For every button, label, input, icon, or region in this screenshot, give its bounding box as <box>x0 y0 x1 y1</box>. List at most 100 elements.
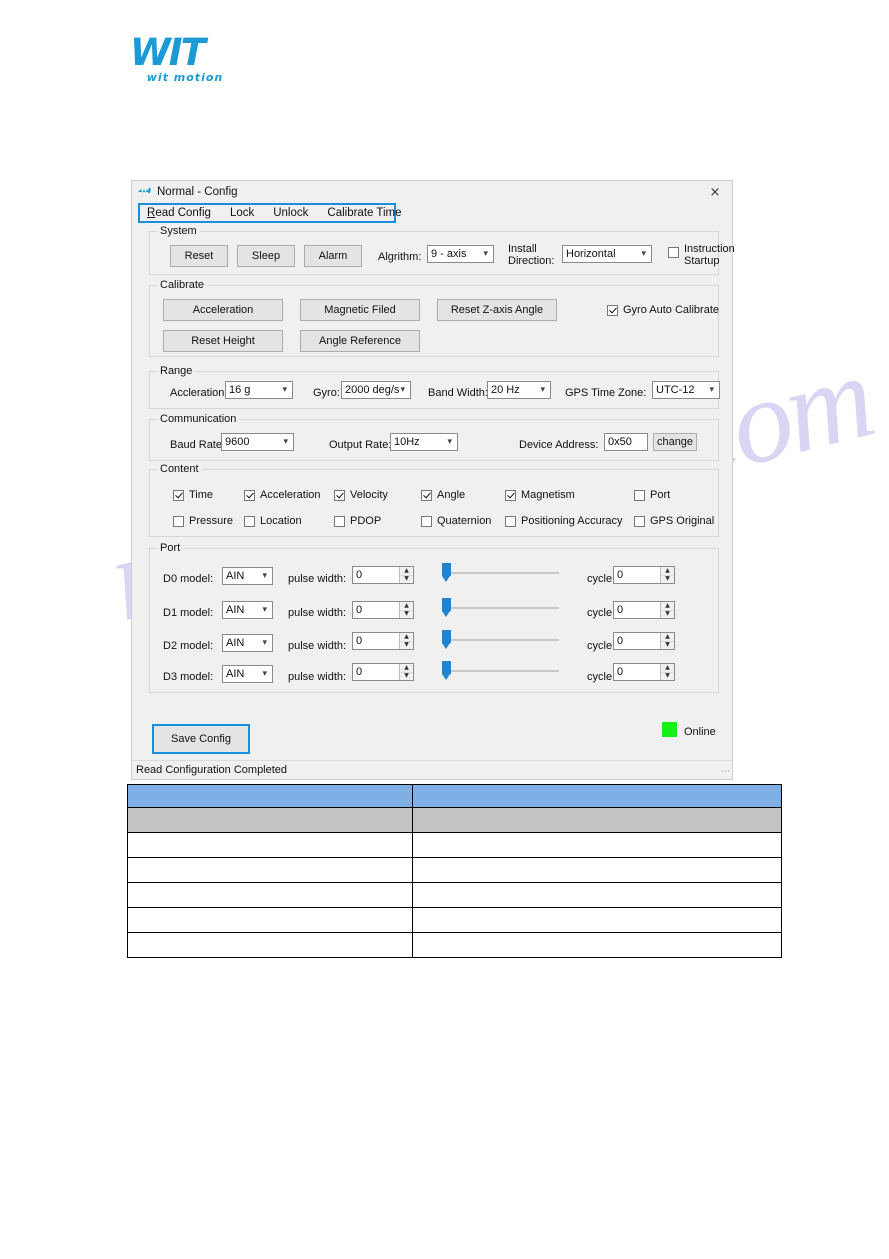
content-checkbox-quaternion[interactable]: Quaternion <box>421 515 491 527</box>
content-checkbox-positioning-accuracy[interactable]: Positioning Accuracy <box>505 515 623 527</box>
table-cell <box>412 932 782 958</box>
content-checkbox-pdop[interactable]: PDOP <box>334 515 381 527</box>
slider-thumb[interactable] <box>442 661 451 680</box>
d3-slider[interactable] <box>442 661 559 681</box>
content-checkbox-acceleration[interactable]: Acceleration <box>244 489 321 501</box>
stepper-arrows[interactable]: ▲ ▼ <box>399 602 413 618</box>
baud-rate-select[interactable]: 9600 ▾ <box>221 433 294 451</box>
stepper-up-icon[interactable]: ▲ <box>661 567 674 576</box>
stepper-up-icon[interactable]: ▲ <box>400 602 413 611</box>
stepper-down-icon[interactable]: ▼ <box>400 611 413 619</box>
content-group-label: Content <box>157 463 202 475</box>
content-checkbox-port[interactable]: Port <box>634 489 670 501</box>
stepper-arrows[interactable]: ▲ ▼ <box>660 602 674 618</box>
accleration-select[interactable]: 16 g ▾ <box>225 381 293 399</box>
output-rate-select[interactable]: 10Hz ▾ <box>390 433 458 451</box>
menu-item-read-config[interactable]: Read Config <box>147 207 211 219</box>
content-label: Velocity <box>350 489 388 501</box>
d3-cycle-stepper[interactable]: 0 ▲ ▼ <box>613 663 675 681</box>
stepper-arrows[interactable]: ▲ ▼ <box>660 567 674 583</box>
content-label: Pressure <box>189 515 234 527</box>
content-checkbox-magnetism[interactable]: Magnetism <box>505 489 575 501</box>
stepper-down-icon[interactable]: ▼ <box>400 576 413 584</box>
angle-reference-button[interactable]: Angle Reference <box>300 330 420 352</box>
stepper-down-icon[interactable]: ▼ <box>400 642 413 650</box>
algrithm-select[interactable]: 9 - axis ▾ <box>427 245 494 263</box>
d0-model-select[interactable]: AIN ▾ <box>222 567 273 585</box>
d2-pulse-width-stepper[interactable]: 0 ▲ ▼ <box>352 632 414 650</box>
slider-thumb[interactable] <box>442 563 451 582</box>
d3-pulse-width-stepper[interactable]: 0 ▲ ▼ <box>352 663 414 681</box>
d2-cycle-stepper[interactable]: 0 ▲ ▼ <box>613 632 675 650</box>
d2-slider[interactable] <box>442 630 559 650</box>
band-width-select[interactable]: 20 Hz ▾ <box>487 381 551 399</box>
install-direction-select[interactable]: Horizontal ▾ <box>562 245 652 263</box>
d1-pulse-width-stepper[interactable]: 0 ▲ ▼ <box>352 601 414 619</box>
d2-model-select[interactable]: AIN ▾ <box>222 634 273 652</box>
sleep-button[interactable]: Sleep <box>237 245 295 267</box>
gyro-auto-calibrate-label: Gyro Auto Calibrate <box>623 304 719 316</box>
d1-slider[interactable] <box>442 598 559 618</box>
change-address-button[interactable]: change <box>653 433 697 451</box>
d1-cycle-stepper[interactable]: 0 ▲ ▼ <box>613 601 675 619</box>
stepper-arrows[interactable]: ▲ ▼ <box>660 633 674 649</box>
stepper-arrows[interactable]: ▲ ▼ <box>399 567 413 583</box>
stepper-arrows[interactable]: ▲ ▼ <box>399 633 413 649</box>
d2-pulse-width-value: 0 <box>356 635 363 647</box>
reset-height-button[interactable]: Reset Height <box>163 330 283 352</box>
stepper-up-icon[interactable]: ▲ <box>661 633 674 642</box>
content-checkbox-time[interactable]: Time <box>173 489 213 501</box>
d0-cycle-stepper[interactable]: 0 ▲ ▼ <box>613 566 675 584</box>
stepper-up-icon[interactable]: ▲ <box>400 664 413 673</box>
checkbox-box <box>634 489 645 501</box>
device-address-input[interactable]: 0x50 <box>604 433 648 451</box>
d0-slider[interactable] <box>442 563 559 583</box>
stepper-up-icon[interactable]: ▲ <box>661 664 674 673</box>
close-icon[interactable]: × <box>700 181 730 203</box>
content-checkbox-angle[interactable]: Angle <box>421 489 465 501</box>
instruction-startup-checkbox[interactable]: Instruction Startup <box>668 243 735 267</box>
d0-cycle-label: cycle: <box>587 573 616 585</box>
stepper-down-icon[interactable]: ▼ <box>661 642 674 650</box>
stepper-arrows[interactable]: ▲ ▼ <box>399 664 413 680</box>
content-checkbox-location[interactable]: Location <box>244 515 302 527</box>
menu-item-unlock[interactable]: Unlock <box>273 207 308 219</box>
acceleration-calibrate-button[interactable]: Acceleration <box>163 299 283 321</box>
install-direction-label: Install Direction: <box>508 243 555 267</box>
content-checkbox-velocity[interactable]: Velocity <box>334 489 388 501</box>
gyro-auto-calibrate-checkbox[interactable]: Gyro Auto Calibrate <box>607 304 719 316</box>
d0-pulse-width-stepper[interactable]: 0 ▲ ▼ <box>352 566 414 584</box>
menu-item-lock[interactable]: Lock <box>230 207 254 219</box>
stepper-up-icon[interactable]: ▲ <box>400 633 413 642</box>
table-row <box>127 832 782 858</box>
d2-cycle-value: 0 <box>617 635 624 647</box>
reset-button[interactable]: Reset <box>170 245 228 267</box>
magnetic-field-calibrate-button[interactable]: Magnetic Filed <box>300 299 420 321</box>
d1-pulse-width-label: pulse width: <box>288 607 347 619</box>
slider-thumb[interactable] <box>442 598 451 617</box>
resize-grip-icon[interactable]: ⋯ <box>721 767 730 777</box>
range-group: Range Accleration: 16 g ▾ Gyro: 2000 deg… <box>149 365 720 409</box>
content-checkbox-pressure[interactable]: Pressure <box>173 515 233 527</box>
d1-model-select[interactable]: AIN ▾ <box>222 601 273 619</box>
algrithm-value: 9 - axis <box>431 248 467 260</box>
reset-z-axis-angle-button[interactable]: Reset Z-axis Angle <box>437 299 557 321</box>
menu-item-calibrate-time[interactable]: Calibrate Time <box>327 207 401 219</box>
alarm-button[interactable]: Alarm <box>304 245 362 267</box>
stepper-down-icon[interactable]: ▼ <box>661 673 674 681</box>
d3-model-select[interactable]: AIN ▾ <box>222 665 273 683</box>
save-config-button[interactable]: Save Config <box>152 724 250 754</box>
d2-model-label: D2 model: <box>163 640 214 652</box>
accleration-value: 16 g <box>229 384 251 396</box>
stepper-down-icon[interactable]: ▼ <box>400 673 413 681</box>
gyro-select[interactable]: 2000 deg/s ▾ <box>341 381 411 399</box>
content-checkbox-gps-original[interactable]: GPS Original <box>634 515 714 527</box>
stepper-down-icon[interactable]: ▼ <box>661 576 674 584</box>
stepper-down-icon[interactable]: ▼ <box>661 611 674 619</box>
table-row <box>127 857 782 883</box>
stepper-up-icon[interactable]: ▲ <box>661 602 674 611</box>
gps-time-zone-select[interactable]: UTC-12 ▾ <box>652 381 720 399</box>
slider-thumb[interactable] <box>442 630 451 649</box>
stepper-arrows[interactable]: ▲ ▼ <box>660 664 674 680</box>
stepper-up-icon[interactable]: ▲ <box>400 567 413 576</box>
